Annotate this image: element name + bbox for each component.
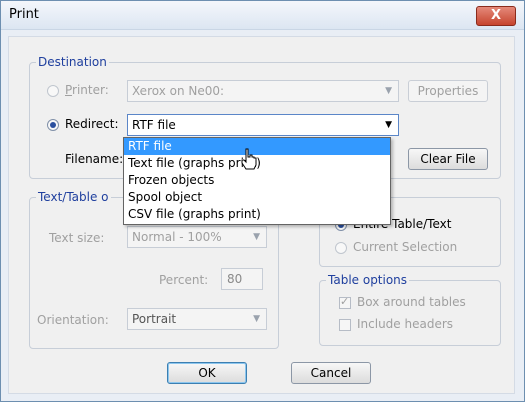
percent-field[interactable]: 80 xyxy=(221,268,263,290)
chevron-down-icon: ▼ xyxy=(385,86,392,96)
orientation-combo[interactable]: Portrait ▼ xyxy=(127,308,267,330)
title-bar[interactable]: Print X xyxy=(1,1,524,30)
table-options-legend: Table options xyxy=(326,273,410,287)
printer-label: Printer: xyxy=(65,83,109,97)
include-headers-checkbox[interactable] xyxy=(339,319,351,331)
printer-combo[interactable]: Xerox on Ne00: ▼ xyxy=(127,80,399,102)
printer-radio[interactable] xyxy=(47,85,59,97)
dropdown-option-spool[interactable]: Spool object xyxy=(124,189,390,206)
redirect-radio[interactable] xyxy=(47,119,59,131)
chevron-down-icon: ▼ xyxy=(253,314,260,324)
include-headers-label: Include headers xyxy=(357,317,454,331)
text-size-combo[interactable]: Normal - 100% ▼ xyxy=(127,226,267,248)
cancel-button[interactable]: Cancel xyxy=(291,362,371,384)
current-selection-label: Current Selection xyxy=(353,240,458,254)
printer-label-rest: rinter: xyxy=(72,83,109,97)
table-options-group: Table options xyxy=(319,273,501,346)
dropdown-option-frozen[interactable]: Frozen objects xyxy=(124,172,390,189)
clear-file-button[interactable]: Clear File xyxy=(408,148,488,170)
hand-cursor-icon xyxy=(241,148,257,170)
ok-button[interactable]: OK xyxy=(167,362,247,384)
percent-label: Percent: xyxy=(159,273,209,287)
redirect-value: RTF file xyxy=(132,118,176,132)
text-size-label: Text size: xyxy=(49,231,105,245)
orientation-value: Portrait xyxy=(132,312,177,326)
close-button[interactable]: X xyxy=(476,6,516,26)
current-selection-radio[interactable] xyxy=(335,242,347,254)
chevron-down-icon: ▼ xyxy=(385,120,392,130)
text-size-value: Normal - 100% xyxy=(132,230,222,244)
filename-label: Filename: xyxy=(65,152,124,166)
printer-value: Xerox on Ne00: xyxy=(132,84,225,98)
redirect-combo[interactable]: RTF file ▼ xyxy=(127,114,399,136)
text-table-legend: Text/Table o xyxy=(36,190,111,204)
dialog-title: Print xyxy=(9,7,39,22)
orientation-label: Orientation: xyxy=(37,313,109,327)
destination-legend: Destination xyxy=(36,55,109,69)
dropdown-option-csv[interactable]: CSV file (graphs print) xyxy=(124,206,390,223)
chevron-down-icon: ▼ xyxy=(253,232,260,242)
redirect-label: Redirect: xyxy=(65,117,119,131)
properties-button[interactable]: Properties xyxy=(408,80,488,102)
box-around-tables-label: Box around tables xyxy=(357,295,466,309)
box-around-tables-checkbox[interactable] xyxy=(339,295,351,309)
